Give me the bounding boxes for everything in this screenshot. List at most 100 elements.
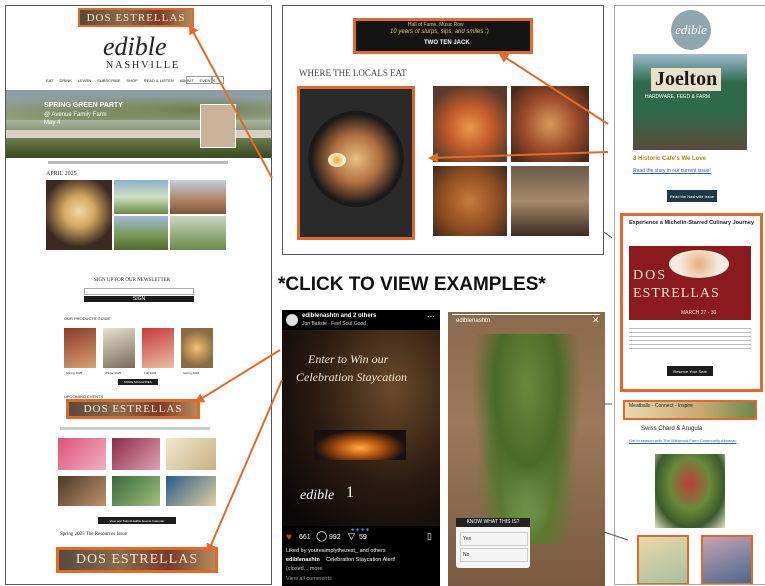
issue-plant-image[interactable]	[170, 216, 226, 250]
nav-item[interactable]: DRINK	[59, 78, 71, 83]
nav-item[interactable]: LEARN	[78, 78, 91, 83]
event-card[interactable]	[58, 476, 106, 506]
feature-date: MARCH 27 - 30	[681, 310, 717, 316]
top-ad-banner[interactable]: DOS ESTRELLAS	[78, 8, 194, 27]
two-ten-jack-ad[interactable]: Hall of Fame, Music Row 10 years of slur…	[353, 18, 533, 54]
caption-user[interactable]: ediblenashtn	[286, 557, 320, 563]
email-newsletter[interactable]: edible Joelton HARDWARE, FEED & FARM 3 H…	[614, 5, 765, 585]
product-2[interactable]	[103, 328, 135, 368]
caption-more[interactable]: (closed... more	[286, 566, 322, 572]
event-card[interactable]	[112, 438, 160, 470]
food-image-bar[interactable]	[511, 166, 589, 236]
close-icon[interactable]: ✕	[592, 315, 600, 326]
recipe-title: Swiss Chard & Arugula	[641, 426, 703, 432]
feature-title: Experience a Michelin-Starred Culinary J…	[629, 220, 755, 226]
site-logo[interactable]: edible	[103, 32, 167, 62]
story-username[interactable]: ediblenashtn	[456, 318, 490, 324]
events-intro-text	[60, 427, 210, 430]
hero-sub: @ Avenue Family Farm	[44, 112, 107, 118]
events-calendar-button[interactable]: View and Submit Edible Events Calendar	[98, 517, 176, 524]
comments-count: 992	[329, 534, 341, 541]
liked-by-text[interactable]: Liked by youresimplythezest_ and others	[286, 548, 386, 554]
thumb-1[interactable]	[637, 535, 689, 584]
ad-line-1: Hall of Fame, Music Row	[408, 22, 464, 28]
event-card[interactable]	[166, 476, 216, 506]
nav-item[interactable]: SHOP	[126, 78, 137, 83]
quiz-title: KNOW WHAT THIS IS?	[456, 518, 530, 527]
connector-1	[603, 231, 613, 239]
food-image-pizza[interactable]	[511, 86, 589, 162]
cafes-headline[interactable]: 3 Historic Cafe's We Love	[633, 156, 706, 162]
instagram-story[interactable]: ediblenashtn ✕ KNOW WHAT THIS IS? Yes No	[448, 312, 605, 586]
where-locals-eat-panel[interactable]: Hall of Fame, Music Row 10 years of slur…	[282, 5, 604, 255]
hero-image[interactable]: SPRING GREEN PARTY @ Avenue Family Farm …	[6, 90, 271, 158]
bottom-ad-banner[interactable]: DOS ESTRELLAS	[56, 547, 218, 573]
nav-item[interactable]: EAT	[46, 78, 53, 83]
store-sign: Joelton	[651, 68, 722, 91]
thumb-2[interactable]	[701, 535, 753, 584]
feature-dish	[669, 250, 729, 278]
product-3[interactable]	[142, 328, 174, 368]
issue-cake-image[interactable]	[46, 180, 112, 250]
share-icon[interactable]: ▽	[348, 531, 355, 542]
nav-search-input[interactable]	[186, 76, 212, 84]
nav-search-button[interactable]	[212, 76, 224, 84]
food-image-pasta[interactable]	[433, 86, 507, 162]
instagram-post[interactable]: ediblenashtn and 2 others Jon Batiste · …	[282, 310, 440, 586]
newsletter-email-input[interactable]	[84, 288, 194, 295]
product-4[interactable]	[181, 328, 213, 368]
story-quiz-card[interactable]: KNOW WHAT THIS IS? Yes No	[456, 518, 530, 568]
likes-count: 661	[299, 534, 311, 541]
food-image-chicken[interactable]	[433, 166, 507, 236]
fireplace	[314, 430, 406, 460]
section-title: WHERE THE LOCALS EAT	[299, 68, 407, 78]
post-username[interactable]: ediblenashtn and 2 others	[302, 313, 376, 319]
joelton-store-image[interactable]: Joelton HARDWARE, FEED & FARM	[633, 54, 747, 150]
product-1[interactable]	[64, 328, 96, 368]
hero-caption-bar	[48, 161, 228, 164]
more-options-icon[interactable]: ⋯	[427, 312, 435, 321]
click-to-view-headline[interactable]: *CLICK TO VIEW EXAMPLES*	[278, 274, 546, 296]
post-audio[interactable]: Jon Batiste · Feel Soul Good	[302, 321, 366, 327]
store-sign-sub: HARDWARE, FEED & FARM	[645, 94, 711, 100]
product-2-label: Winter 2025	[105, 371, 122, 375]
issue-field-image[interactable]	[114, 216, 168, 250]
nav-item[interactable]: SUBSCRIBE	[97, 78, 120, 83]
story-link[interactable]: Read the story in our current issue!	[633, 168, 711, 174]
mid-ad-banner[interactable]: DOS ESTRELLAS	[66, 399, 200, 419]
reserve-seat-button[interactable]: Reserve Your Seat	[667, 366, 713, 376]
event-card[interactable]	[58, 438, 106, 470]
meatballs-banner[interactable]: Meatballs - Connect - Inspire	[623, 400, 757, 420]
spring-issue-title: Spring 2025 The Resources Issue	[60, 532, 127, 537]
newsletter-button[interactable]: SIGN	[84, 296, 194, 302]
broccolini-bunch	[462, 334, 592, 544]
issue-farm-image[interactable]	[114, 180, 168, 214]
comment-icon[interactable]: ◯	[316, 531, 327, 542]
newsletter-logo[interactable]: edible	[671, 10, 711, 50]
michelin-feature[interactable]: Experience a Michelin-Starred Culinary J…	[620, 213, 763, 392]
issue-grid[interactable]	[46, 180, 226, 250]
nav-item[interactable]: READ & LISTEN	[144, 78, 174, 83]
post-avatar[interactable]	[286, 314, 298, 326]
ramen-image[interactable]	[297, 86, 415, 240]
greens-image[interactable]	[655, 454, 725, 528]
post-image[interactable]: Enter to Win our Celebration Staycation …	[282, 330, 440, 526]
overlay-line-1: Enter to Win our	[308, 352, 389, 366]
view-comments-link[interactable]: View all comments	[286, 576, 332, 582]
like-icon[interactable]: ♥	[286, 532, 292, 543]
recipe-link[interactable]: Get in season with The Wildwood Farm Com…	[629, 438, 737, 443]
bookmark-icon[interactable]: ▯	[427, 531, 432, 542]
events-grid[interactable]	[58, 438, 218, 510]
event-card[interactable]	[166, 438, 216, 470]
issue-people-image[interactable]	[170, 180, 226, 214]
caption-text: Celebration Staycation Alert!	[326, 557, 396, 563]
hero-poster	[200, 104, 236, 148]
event-card[interactable]	[112, 476, 160, 506]
feature-ad[interactable]: DOS ESTRELLAS MARCH 27 - 30	[629, 246, 751, 320]
website-screenshot[interactable]: DOS ESTRELLAS edible NASHVILLE EAT DRINK…	[5, 5, 272, 585]
read-issue-button[interactable]: Read the Nashville Issue	[667, 190, 717, 202]
more-magazines-button[interactable]: MORE MAGAZINES	[118, 379, 158, 385]
quiz-option-2[interactable]: No	[460, 548, 528, 562]
quiz-option-1[interactable]: Yes	[460, 532, 528, 546]
ramen-egg	[328, 153, 346, 167]
